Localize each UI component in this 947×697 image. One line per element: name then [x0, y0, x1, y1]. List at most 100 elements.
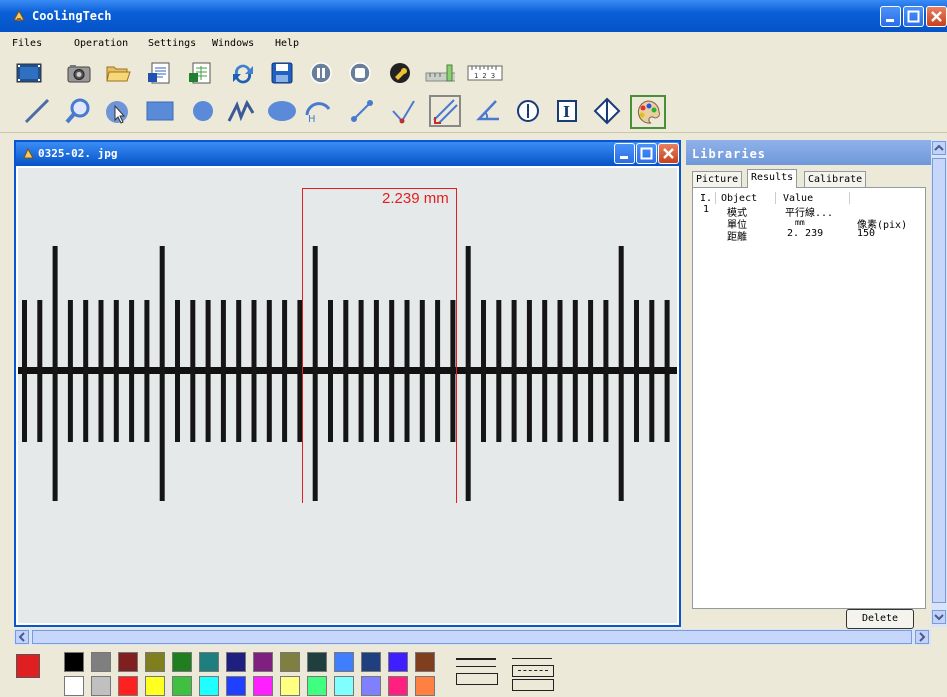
menu-windows[interactable]: Windows [212, 38, 254, 49]
menu-settings[interactable]: Settings [148, 38, 196, 49]
column-header-value[interactable]: Value [783, 193, 813, 204]
color-swatch[interactable] [361, 652, 381, 672]
polyline-icon[interactable] [226, 97, 256, 125]
results-list: I. Object Value 1 模式 平行線... 單位 mm 像素(pix… [692, 187, 926, 609]
color-swatch[interactable] [334, 676, 354, 696]
color-swatch[interactable] [91, 652, 111, 672]
settings-wrench-icon[interactable] [385, 59, 415, 87]
text-icon[interactable]: I [552, 97, 582, 125]
vertical-scrollbar[interactable] [931, 140, 947, 627]
delete-button[interactable]: Delete [846, 609, 914, 629]
column-header-index[interactable]: I. [700, 193, 712, 204]
column-header-object[interactable]: Object [721, 193, 757, 204]
ruler-123-icon[interactable]: 1 2 3 [466, 59, 504, 87]
menu-help[interactable]: Help [275, 38, 299, 49]
color-swatch[interactable] [280, 676, 300, 696]
vertical-scroll-thumb[interactable] [932, 158, 946, 603]
current-color-indicator[interactable] [16, 654, 46, 696]
angle-line-icon[interactable] [388, 97, 418, 125]
color-swatch[interactable] [388, 676, 408, 696]
scale-major-tick [159, 246, 165, 501]
foreground-color[interactable] [16, 654, 40, 678]
arc-icon[interactable]: H [303, 97, 333, 125]
image-maximize-button[interactable] [636, 143, 657, 164]
scroll-right-arrow-icon[interactable] [915, 630, 929, 644]
color-swatch[interactable] [307, 676, 327, 696]
close-button[interactable] [926, 6, 947, 27]
refresh-icon[interactable] [228, 59, 258, 87]
color-swatch[interactable] [172, 676, 192, 696]
color-swatch[interactable] [253, 652, 273, 672]
color-swatch[interactable] [199, 652, 219, 672]
zoom-icon[interactable] [63, 97, 93, 125]
line-style-solid[interactable] [456, 654, 500, 694]
color-swatch[interactable] [118, 676, 138, 696]
select-icon[interactable] [103, 97, 133, 125]
scale-minor-tick [389, 300, 395, 442]
color-swatch[interactable] [118, 652, 138, 672]
minimize-button[interactable] [880, 6, 901, 27]
point-icon[interactable] [592, 97, 622, 125]
color-swatch[interactable] [307, 652, 327, 672]
stop-icon[interactable] [345, 59, 375, 87]
measurement-label[interactable]: 2.239 mm [382, 190, 449, 207]
image-window-icon [23, 147, 34, 159]
color-swatch[interactable] [280, 652, 300, 672]
ellipse-icon[interactable] [266, 97, 296, 125]
tab-results[interactable]: Results [747, 169, 798, 188]
line-icon[interactable] [22, 97, 52, 125]
color-swatch[interactable] [64, 676, 84, 696]
folder-open-icon[interactable] [103, 59, 133, 87]
ruler-green-icon[interactable] [425, 59, 455, 87]
color-swatch[interactable] [361, 676, 381, 696]
scroll-down-arrow-icon[interactable] [932, 610, 946, 624]
maximize-button[interactable] [903, 6, 924, 27]
center-circle-icon[interactable] [513, 97, 543, 125]
color-swatch[interactable] [415, 652, 435, 672]
video-icon[interactable] [14, 59, 44, 87]
save-icon[interactable] [267, 59, 297, 87]
image-window: 0325-02. jpg 2.239 mm [14, 140, 681, 627]
tab-picture[interactable]: Picture [692, 171, 743, 187]
distance-icon[interactable] [347, 97, 377, 125]
color-swatch[interactable] [388, 652, 408, 672]
horizontal-scroll-thumb[interactable] [32, 630, 912, 644]
color-swatch[interactable] [91, 676, 111, 696]
scale-minor-tick [22, 300, 27, 442]
line-style-dashed[interactable] [512, 654, 556, 694]
color-swatch[interactable] [226, 676, 246, 696]
color-palette-icon[interactable] [630, 95, 666, 129]
rectangle-icon[interactable] [145, 97, 175, 125]
color-swatch[interactable] [145, 652, 165, 672]
scroll-up-arrow-icon[interactable] [932, 141, 946, 155]
image-close-button[interactable] [658, 143, 679, 164]
color-swatch[interactable] [145, 676, 165, 696]
parallel-line-icon[interactable] [429, 95, 461, 127]
color-swatch[interactable] [172, 652, 192, 672]
word-doc-icon[interactable] [145, 59, 175, 87]
libraries-title-bar: Libraries [686, 140, 931, 165]
image-minimize-button[interactable] [614, 143, 635, 164]
scroll-left-arrow-icon[interactable] [15, 630, 29, 644]
color-swatch[interactable] [253, 676, 273, 696]
scale-minor-tick [572, 300, 578, 442]
menu-operation[interactable]: Operation [74, 38, 128, 49]
angle-icon[interactable] [473, 97, 503, 125]
pause-icon[interactable] [306, 59, 336, 87]
color-swatch[interactable] [64, 652, 84, 672]
horizontal-scrollbar[interactable] [14, 629, 931, 645]
color-swatch[interactable] [334, 652, 354, 672]
micrometer-image[interactable]: 2.239 mm [18, 168, 677, 623]
camera-icon[interactable] [64, 59, 94, 87]
menu-files[interactable]: Files [12, 38, 42, 49]
libraries-panel: Libraries Picture Results Calibrate I. O… [686, 140, 931, 629]
color-swatch[interactable] [226, 652, 246, 672]
excel-doc-icon[interactable] [186, 59, 216, 87]
color-swatch[interactable] [415, 676, 435, 696]
scale-major-tick [312, 246, 318, 501]
measure-left-line [302, 188, 303, 503]
measure-top-line [302, 188, 457, 189]
tab-calibrate[interactable]: Calibrate [804, 171, 867, 187]
circle-icon[interactable] [188, 97, 218, 125]
color-swatch[interactable] [199, 676, 219, 696]
